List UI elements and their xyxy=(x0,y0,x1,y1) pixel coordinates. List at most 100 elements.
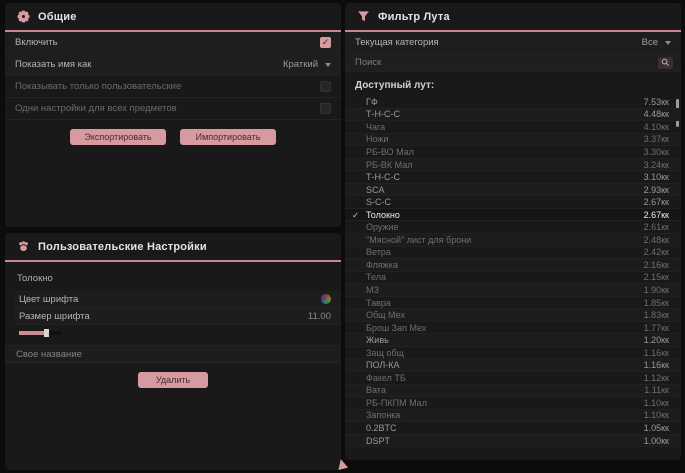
loot-item-value: 1.05кк xyxy=(644,423,669,433)
loot-item-value: 1.10кк xyxy=(644,398,669,408)
loot-item-name: Защ общ xyxy=(366,348,404,358)
name-mode-label: Показать имя как xyxy=(15,59,91,70)
loot-item-value: 7.53кк xyxy=(644,97,669,107)
loot-item-value: 1.83кк xyxy=(644,310,669,320)
loot-row[interactable]: Фляжка2.16кк xyxy=(345,259,681,272)
loot-item-name: "Мясной" лист для брони xyxy=(366,235,471,245)
enable-checkbox[interactable]: ✓ xyxy=(320,37,331,48)
same-settings-checkbox[interactable] xyxy=(320,103,331,114)
loot-item-name: Толокно xyxy=(366,210,400,220)
font-size-slider[interactable] xyxy=(19,329,61,337)
category-value: Все xyxy=(642,37,658,48)
custom-settings-title: Пользовательские Настройки xyxy=(38,241,207,253)
loot-item-name: Общ Мех xyxy=(366,310,405,320)
loot-row[interactable]: SCA2.93кк xyxy=(345,184,681,197)
loot-row[interactable]: Т-Н-С-С4.48кк xyxy=(345,109,681,122)
name-mode-value: Краткий xyxy=(283,59,318,70)
loot-row[interactable]: Вата1.11кк xyxy=(345,385,681,398)
name-mode-dropdown[interactable]: Краткий xyxy=(283,59,331,70)
loot-item-name: Оружие xyxy=(366,222,399,232)
loot-row[interactable]: МЗ 1.90кк xyxy=(345,284,681,297)
loot-item-name: Брош Зап Мех xyxy=(366,323,426,333)
loot-item-value: 2.67кк xyxy=(644,197,669,207)
loot-item-name: РБ-ВО Мал xyxy=(366,147,414,157)
option-row-name-mode: Показать имя как Краткий xyxy=(5,54,341,76)
loot-row[interactable]: Брош Зап Мех1.77кк xyxy=(345,322,681,335)
custom-only-checkbox[interactable] xyxy=(320,81,331,92)
loot-item-name: Факел ТБ xyxy=(366,373,406,383)
export-button[interactable]: Экспортировать xyxy=(70,129,166,145)
loot-list: ГФ7.53ккТ-Н-С-С4.48ккЧага 4.10кк Ножи3.37к… xyxy=(345,96,681,447)
loot-row[interactable]: РБ-ПКПМ Мал1.10кк xyxy=(345,397,681,410)
loot-item-name: S-C-C xyxy=(366,197,391,207)
loot-row[interactable]: Факел ТБ1.12кк xyxy=(345,372,681,385)
loot-row[interactable]: Запонка1.10кк xyxy=(345,410,681,423)
loot-item-value: 1.20кк xyxy=(644,335,669,345)
loot-item-value: 1.85кк xyxy=(644,298,669,308)
import-button[interactable]: Импортировать xyxy=(180,129,276,145)
loot-row[interactable]: Живь1.20кк xyxy=(345,334,681,347)
slider-fill xyxy=(19,331,45,335)
option-row-custom-only: Показывать только пользовательские xyxy=(5,76,341,98)
export-import-row: Экспортировать Импортировать xyxy=(5,129,341,145)
loot-item-name: МЗ xyxy=(366,285,379,295)
custom-name-input[interactable] xyxy=(5,345,341,363)
loot-row[interactable]: 0.2BTC 1.05кк xyxy=(345,422,681,435)
custom-settings-header: Пользовательские Настройки xyxy=(5,233,341,260)
category-dropdown[interactable]: Все xyxy=(642,37,671,48)
loot-item-name: 0.2BTC xyxy=(366,423,397,433)
loot-row[interactable]: Тавра1.85кк xyxy=(345,297,681,310)
loot-filter-title: Фильтр Лута xyxy=(378,11,450,23)
loot-item-value: 2.61кк xyxy=(644,222,669,232)
loot-row[interactable]: Защ общ 1.16кк xyxy=(345,347,681,360)
loot-filter-panel: Фильтр Лута Текущая категория Все Доступ… xyxy=(345,3,681,460)
loot-row[interactable]: ГФ7.53кк xyxy=(345,96,681,109)
loot-row[interactable]: Ножи3.37кк xyxy=(345,134,681,147)
loot-item-value: 1.16кк xyxy=(644,360,669,370)
loot-row[interactable]: ✓Толокно2.67кк xyxy=(345,209,681,222)
font-size-row: Размер шрифта 11.00 xyxy=(15,308,341,325)
gear-flower-icon xyxy=(17,10,30,23)
search-input[interactable] xyxy=(345,54,658,71)
color-picker-icon[interactable] xyxy=(321,294,331,304)
loot-row[interactable]: Ветра 2.42кк xyxy=(345,247,681,260)
loot-item-name: Тела xyxy=(366,272,386,282)
loot-item-value: 4.10кк xyxy=(644,122,669,132)
loot-row[interactable]: S-C-C 2.67кк xyxy=(345,196,681,209)
loot-item-value: 1.90кк xyxy=(644,285,669,295)
mouse-cursor xyxy=(336,458,348,470)
loot-row[interactable]: ПОЛ-КА1.16кк xyxy=(345,359,681,372)
delete-button[interactable]: Удалить xyxy=(138,372,208,388)
loot-item-value: 1.16кк xyxy=(644,348,669,358)
category-row: Текущая категория Все xyxy=(345,32,681,54)
loot-row[interactable]: РБ-ВК Мал3.24кк xyxy=(345,159,681,172)
search-icon[interactable] xyxy=(658,57,673,69)
general-panel: Общие Включить ✓ Показать имя как Кратки… xyxy=(5,3,341,227)
loot-item-name: Ветра xyxy=(366,247,391,257)
available-loot-label: Доступный лут: xyxy=(345,72,681,96)
loot-item-name: Фляжка xyxy=(366,260,398,270)
loot-row[interactable]: DSPT1.00кк xyxy=(345,435,681,448)
loot-item-name: Чага xyxy=(366,122,385,132)
general-panel-header: Общие xyxy=(5,3,341,30)
loot-item-value: 1.10кк xyxy=(644,410,669,420)
same-settings-label: Одни настройки для всех предметов xyxy=(15,103,177,114)
loot-item-value: 2.42кк xyxy=(644,247,669,257)
option-row-same-settings: Одни настройки для всех предметов xyxy=(5,98,341,120)
loot-row[interactable]: Оружие 2.61кк xyxy=(345,221,681,234)
loot-row[interactable]: Чага 4.10кк xyxy=(345,121,681,134)
slider-knob[interactable] xyxy=(44,329,49,337)
loot-item-value: 2.15кк xyxy=(644,272,669,282)
loot-row[interactable]: Т-Н-С-С3.10кк xyxy=(345,171,681,184)
loot-item-value: 1.11кк xyxy=(644,385,669,395)
loot-item-value: 3.24кк xyxy=(644,160,669,170)
custom-only-label: Показывать только пользовательские xyxy=(15,81,181,92)
font-color-label: Цвет шрифта xyxy=(19,294,78,305)
loot-item-value: 3.37кк xyxy=(644,134,669,144)
font-color-row: Цвет шрифта xyxy=(15,291,341,308)
loot-row[interactable]: Тела 2.15кк xyxy=(345,272,681,285)
custom-settings-panel: Пользовательские Настройки Толокно Цвет … xyxy=(5,233,341,470)
loot-row[interactable]: "Мясной" лист для брони2.48кк xyxy=(345,234,681,247)
loot-row[interactable]: РБ-ВО Мал3.30кк xyxy=(345,146,681,159)
loot-row[interactable]: Общ Мех 1.83кк xyxy=(345,309,681,322)
